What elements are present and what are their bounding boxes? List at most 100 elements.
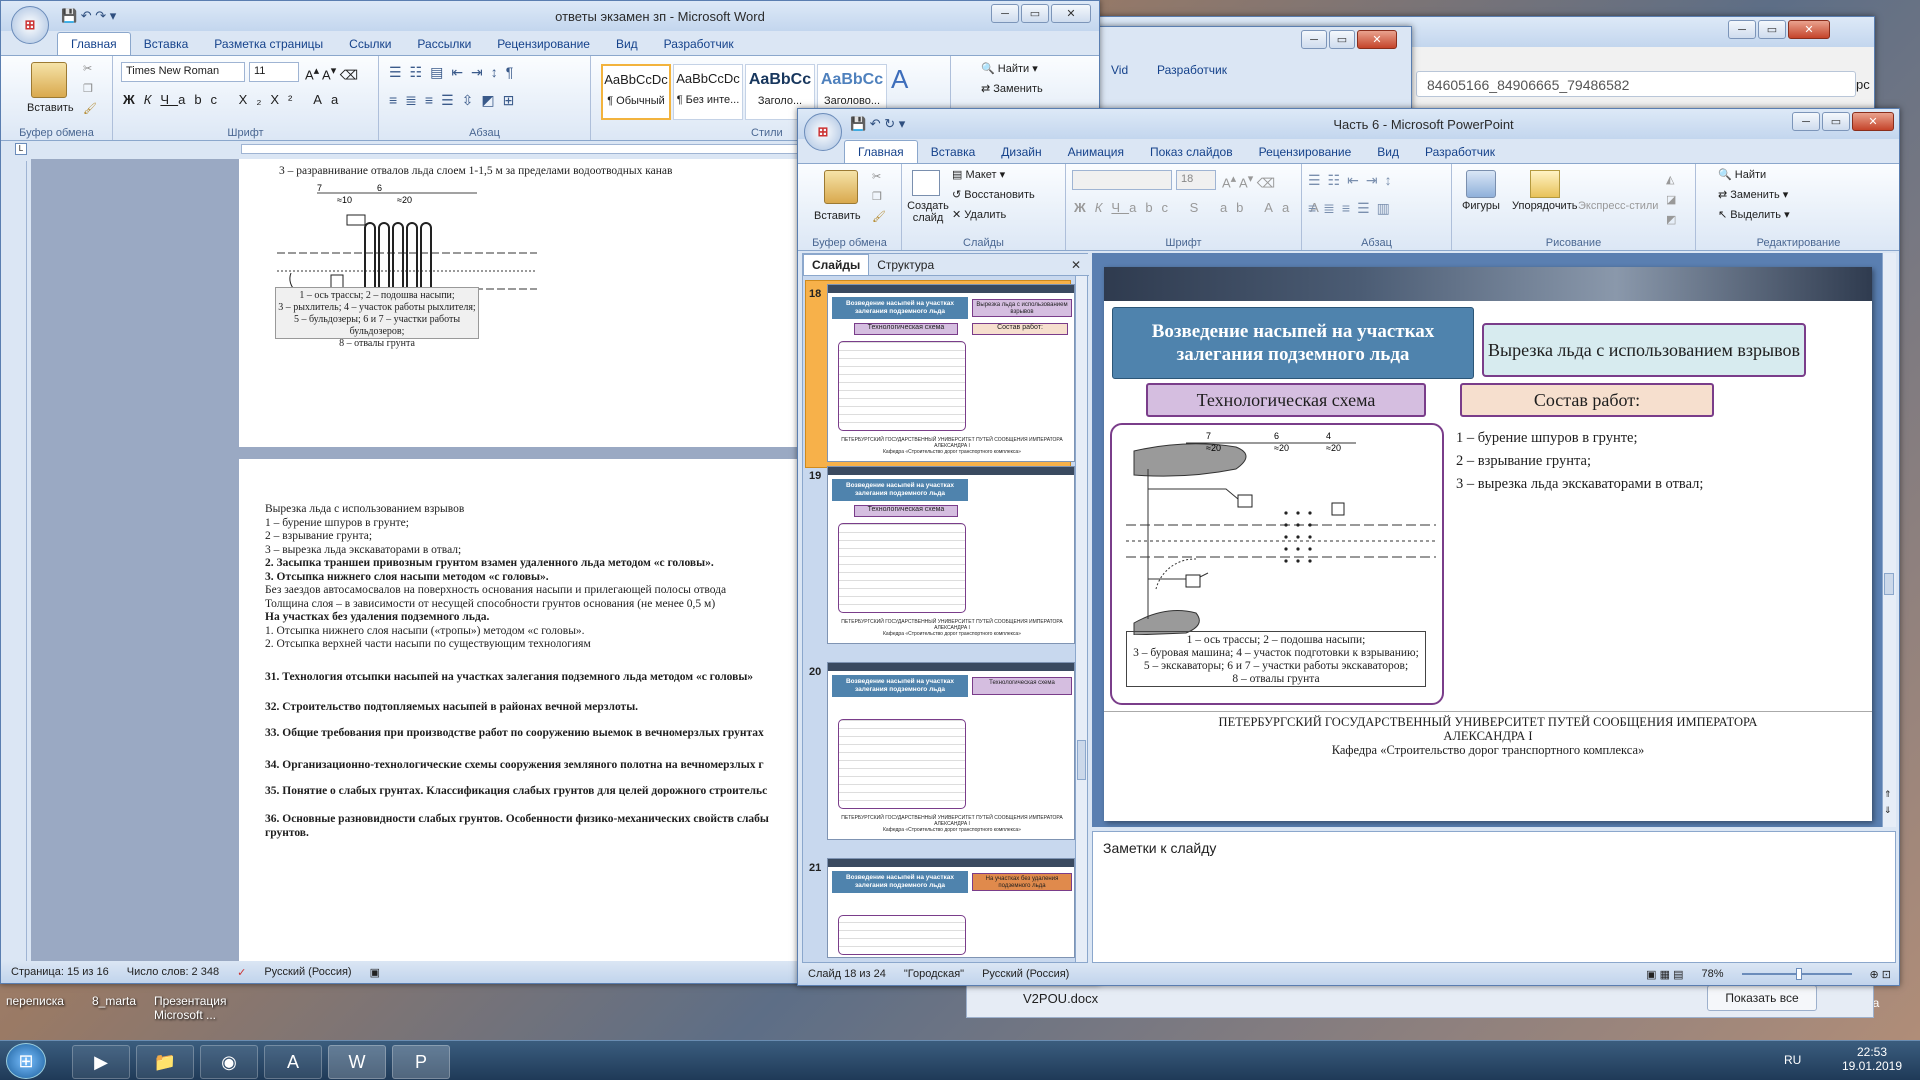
font-format-icons[interactable]: ЖКЧabc X₂X² Aa (123, 92, 347, 107)
paste-button[interactable]: Вставить (27, 102, 74, 114)
slide-scrollbar-thumb[interactable] (1884, 573, 1894, 595)
cut-icon[interactable]: ✂ (83, 62, 92, 75)
ppt-tab-design[interactable]: Дизайн (988, 141, 1054, 163)
ppt-tab-slideshow[interactable]: Показ слайдов (1137, 141, 1246, 163)
slide-tag[interactable]: Вырезка льда с использованием взрывов (1482, 323, 1806, 377)
show-all-button[interactable]: Показать все (1707, 985, 1817, 1011)
zoom-slider-thumb[interactable] (1795, 968, 1802, 980)
chrome-icon[interactable]: ◉ (200, 1045, 258, 1079)
desktop-icon-8marta[interactable]: 8_marta (92, 994, 152, 1008)
delete-slide-button[interactable]: ✕ Удалить (952, 208, 1006, 221)
theme-name[interactable]: "Городская" (904, 968, 964, 980)
ppt-font-name-field[interactable] (1072, 170, 1172, 190)
slides-scrollbar[interactable] (1075, 276, 1087, 962)
ppt-font-format-icons[interactable]: ЖКЧabc S ab Aa A (1074, 200, 1328, 215)
slide-thumbnail[interactable]: Возведение насыпей на участках залегания… (827, 662, 1075, 840)
media-player-icon[interactable]: ▶ (72, 1045, 130, 1079)
change-styles-icon[interactable]: A (891, 64, 908, 95)
shape-fill-icons[interactable]: ◭ ◪ ◩ (1666, 170, 1676, 230)
current-slide[interactable]: Возведение насыпей на участках залегания… (1104, 267, 1872, 821)
word-taskbar-icon[interactable]: W (328, 1045, 386, 1079)
align-icons[interactable]: ≡≣≡☰⇳◩⊞ (389, 92, 522, 109)
find-button[interactable]: 🔍 Найти ▾ (981, 62, 1038, 75)
tab-home[interactable]: Главная (57, 32, 131, 55)
download-file[interactable]: V2POU.docx (1023, 991, 1098, 1006)
maximize-button[interactable]: ▭ (1758, 20, 1786, 39)
layout-button[interactable]: ▤ Макет ▾ (952, 168, 1005, 181)
slide-works-label[interactable]: Состав работ: (1460, 383, 1714, 417)
macro-icon[interactable]: ▣ (370, 966, 380, 979)
prev-slide-icon[interactable]: ⇑ (1884, 789, 1892, 800)
ppt-tab-insert[interactable]: Вставка (918, 141, 989, 163)
ppt-paste-button[interactable]: Вставить (814, 210, 861, 222)
slide-thumbnail[interactable]: Возведение насыпей на участках залегания… (827, 466, 1075, 644)
acrobat-icon[interactable]: A (264, 1045, 322, 1079)
view-icons[interactable]: ▣ ▦ ▤ (1646, 968, 1683, 981)
ppt-minimize-button[interactable]: ─ (1792, 112, 1820, 131)
new-slide-icon[interactable] (912, 170, 940, 196)
font-size-field[interactable]: 11 (249, 62, 299, 82)
ppt-font-size-field[interactable]: 18 (1176, 170, 1216, 190)
arrange-icon[interactable] (1530, 170, 1560, 198)
slides-scrollbar-thumb[interactable] (1077, 740, 1086, 780)
slide-scheme-frame[interactable]: 7 ≈20 6 ≈20 4 ≈20 1 – ось трассы; 2 – по… (1110, 423, 1444, 705)
ppt-grow-font-icons[interactable]: A▴ A▾ ⌫ (1222, 172, 1275, 191)
arrange-button[interactable]: Упорядочить (1512, 200, 1577, 212)
ppt-tab-developer[interactable]: Разработчик (1412, 141, 1508, 163)
reset-button[interactable]: ↺ Восстановить (952, 188, 1035, 201)
tab-developer[interactable]: Разработчик (651, 33, 747, 55)
ppt-tab-view[interactable]: Вид (1364, 141, 1412, 163)
slide-thumbnail[interactable]: Возведение насыпей на участках залегания… (827, 284, 1075, 462)
slide-works-list[interactable]: 1 – бурение шпуров в грунте; 2 – взрыван… (1456, 427, 1703, 496)
shapes-icon[interactable] (1466, 170, 1496, 198)
quick-styles-button[interactable]: Экспресс-стили (1578, 200, 1658, 212)
shapes-button[interactable]: Фигуры (1462, 200, 1500, 212)
ppt-language-status[interactable]: Русский (Россия) (982, 968, 1069, 980)
fit-slide-icon[interactable]: ⊕ ⊡ (1870, 968, 1892, 981)
address-bar[interactable]: 84605166_84906665_79486582 (1416, 71, 1856, 97)
next-slide-icon[interactable]: ⇓ (1884, 805, 1892, 816)
word-close-button[interactable]: ✕ (1051, 4, 1091, 23)
close-button[interactable]: ✕ (1788, 20, 1830, 39)
grow-font-icon[interactable]: A▴ A▾ ⌫ (305, 64, 358, 83)
desktop-icon-presentation[interactable]: Презентация Microsoft ... (154, 994, 240, 1022)
ppt-tab-review[interactable]: Рецензирование (1246, 141, 1365, 163)
new-slide-button[interactable]: Создать слайд (906, 200, 950, 224)
bg-minimize[interactable]: ─ (1301, 30, 1327, 49)
explorer-icon[interactable]: 📁 (136, 1045, 194, 1079)
slide-title[interactable]: Возведение насыпей на участках залегания… (1112, 307, 1474, 379)
style-normal[interactable]: AaBbCcDc ¶ Обычный (601, 64, 671, 120)
ppt-align-icons[interactable]: ≡≣≡☰▥ (1308, 200, 1397, 217)
powerpoint-window[interactable]: ⊞ 💾 ↶ ↻ ▾ Часть 6 - Microsoft PowerPoint… (797, 108, 1900, 986)
style-no-spacing[interactable]: AaBbCcDc ¶ Без инте... (673, 64, 743, 120)
ppt-copy-icon[interactable]: ❐ (872, 190, 882, 203)
slide-scheme-label[interactable]: Технологическая схема (1146, 383, 1426, 417)
bg-tab-dev[interactable]: Разработчик (1157, 63, 1227, 77)
slide-scrollbar[interactable]: ⇑ ⇓ (1882, 253, 1896, 827)
start-button[interactable]: ⊞ (6, 1043, 46, 1079)
tab-view[interactable]: Вид (603, 33, 651, 55)
notes-pane[interactable]: Заметки к слайду (1092, 831, 1896, 963)
ppt-tab-animation[interactable]: Анимация (1055, 141, 1137, 163)
list-icons[interactable]: ☰☷▤⇤⇥↕¶ (389, 64, 521, 81)
spellcheck-icon[interactable]: ✓ (237, 966, 246, 979)
word-count[interactable]: Число слов: 2 348 (127, 966, 219, 978)
ppt-cut-icon[interactable]: ✂ (872, 170, 881, 183)
language-indicator[interactable]: RU (1784, 1053, 1801, 1067)
ppt-tab-home[interactable]: Главная (844, 140, 918, 163)
copy-icon[interactable]: ❐ (83, 82, 93, 95)
zoom-slider[interactable] (1741, 968, 1852, 980)
word-maximize-button[interactable]: ▭ (1021, 4, 1049, 23)
language-status[interactable]: Русский (Россия) (264, 966, 351, 978)
replace-button[interactable]: ⇄ Заменить (981, 82, 1043, 95)
tab-insert[interactable]: Вставка (131, 33, 202, 55)
tab-references[interactable]: Ссылки (336, 33, 404, 55)
bg-tab-vid[interactable]: Vid (1111, 63, 1128, 77)
ppt-close-button[interactable]: ✕ (1852, 112, 1894, 131)
ppt-paste-icon[interactable] (824, 170, 858, 204)
ppt-format-painter-icon[interactable]: 🖌 (872, 210, 886, 223)
ppt-office-button[interactable]: ⊞ (804, 113, 842, 151)
powerpoint-taskbar-icon[interactable]: P (392, 1045, 450, 1079)
quick-access-icons[interactable]: 💾 ↶ ↷ ▾ (61, 8, 116, 24)
paste-icon[interactable] (31, 62, 67, 98)
